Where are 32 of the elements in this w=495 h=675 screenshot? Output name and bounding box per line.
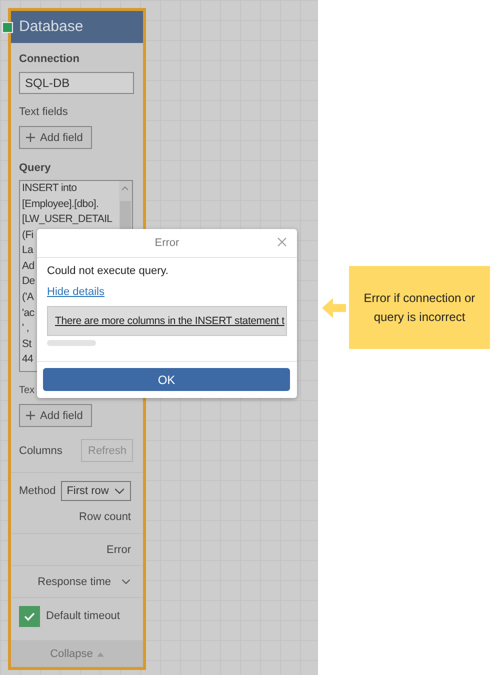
plus-icon — [26, 411, 35, 420]
ok-button[interactable]: OK — [43, 368, 290, 391]
error-details: There are more columns in the INSERT statement t — [47, 306, 287, 336]
add-field-button[interactable]: Add field — [19, 404, 92, 428]
method-dropdown[interactable]: First row — [60, 481, 131, 502]
triangle-up-icon — [96, 652, 104, 656]
field-label: Method — [19, 485, 56, 498]
error-message: Could not execute query. — [47, 265, 168, 277]
field-label: Query — [19, 162, 51, 175]
field-label: Connection — [19, 53, 80, 66]
plus-icon — [26, 133, 35, 142]
add-field-button[interactable]: Add field — [19, 126, 92, 150]
checkmark-icon — [24, 612, 35, 621]
field-label: Tex — [19, 384, 35, 396]
output-label: Row count — [79, 511, 131, 524]
chevron-down-icon — [114, 488, 125, 495]
output-label: Response time — [38, 576, 111, 588]
field-label: Text fields — [19, 106, 68, 118]
chevron-down-icon[interactable] — [121, 578, 131, 585]
output-label: Error — [106, 544, 131, 556]
connector-icon — [2, 22, 13, 33]
scrollbar-icon[interactable] — [47, 340, 96, 346]
close-icon[interactable] — [277, 237, 287, 247]
checkbox-label: Default timeout — [46, 610, 120, 623]
panel-title: Database — [11, 11, 143, 43]
connection-field[interactable]: SQL-DB — [19, 72, 134, 94]
field-label: Columns — [19, 444, 62, 458]
hide-details-link[interactable]: Hide details — [47, 286, 104, 298]
dialog-title: Error — [154, 237, 180, 249]
arrow-left-icon — [322, 296, 346, 320]
checkbox[interactable] — [19, 606, 40, 627]
callout-note: Error if connection or query is incorrect — [349, 266, 490, 349]
